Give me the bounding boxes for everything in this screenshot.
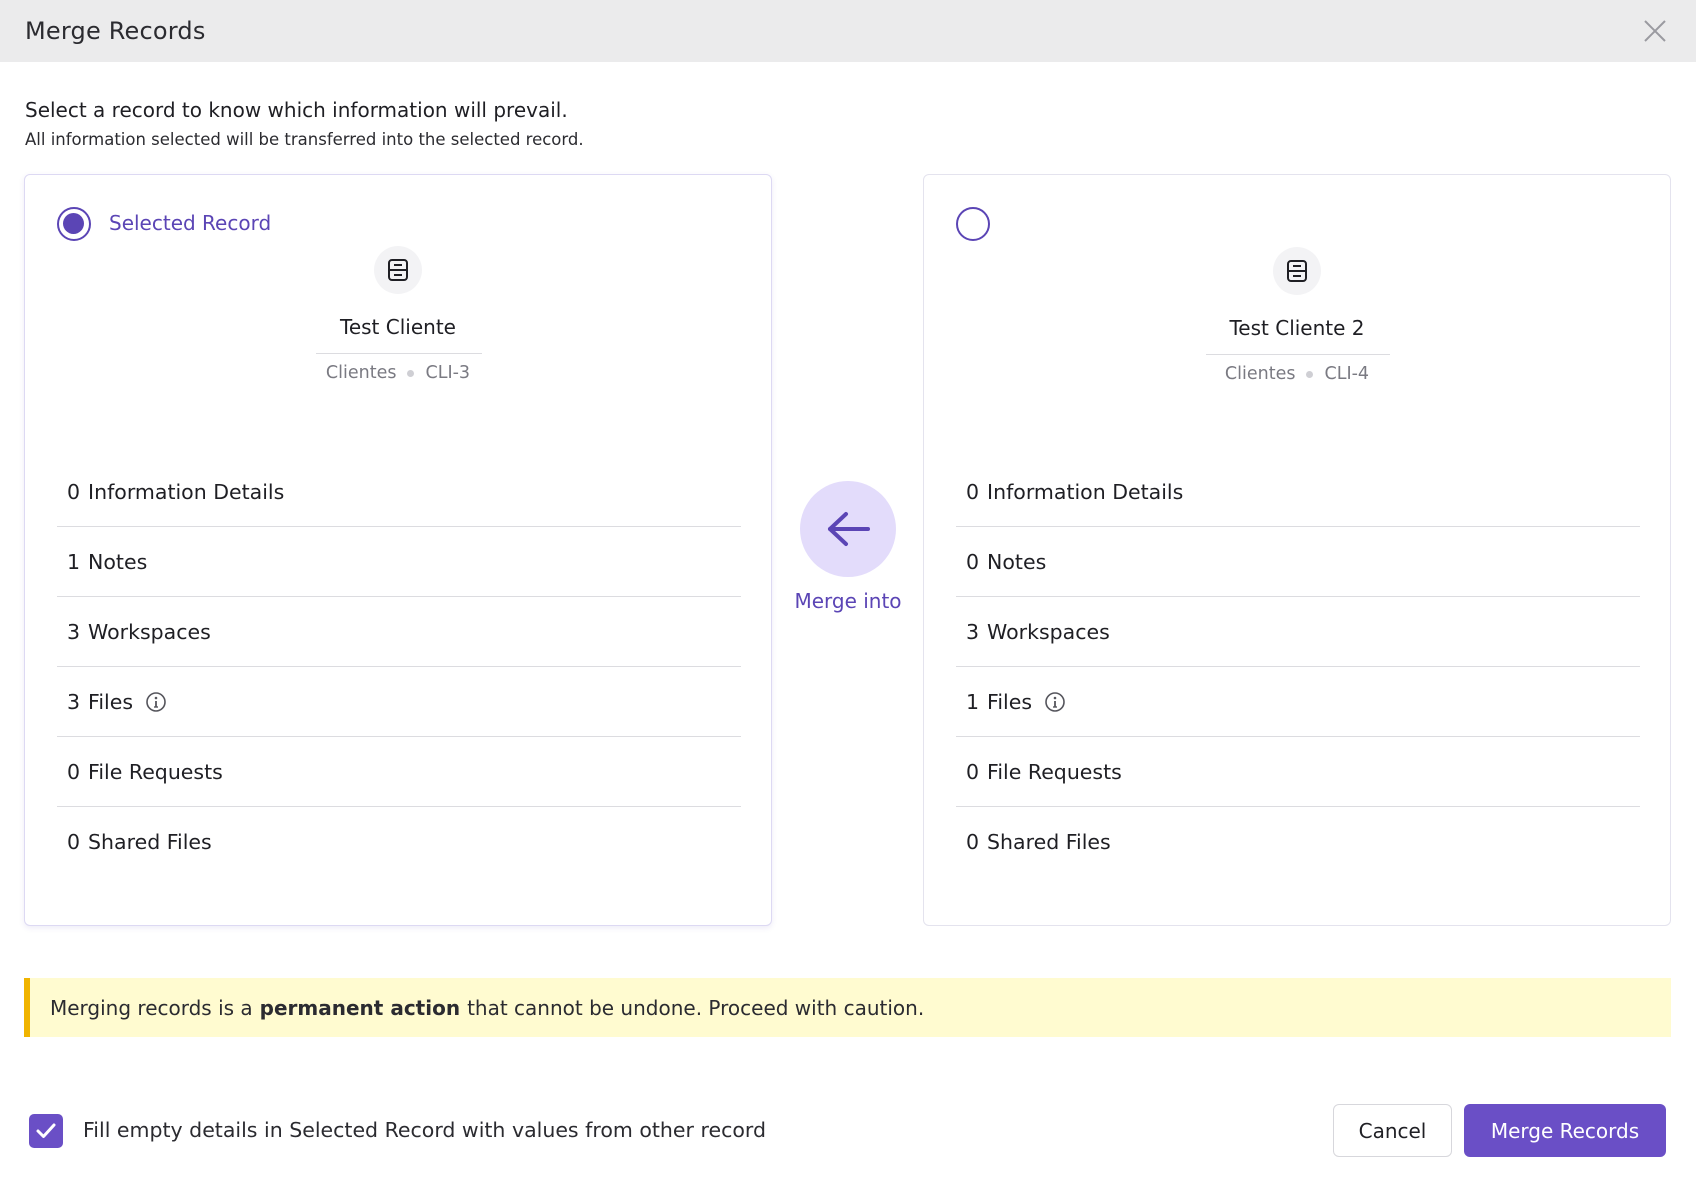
stat-files: 3 Files xyxy=(57,667,741,737)
stat-workspaces: 3 Workspaces xyxy=(956,597,1640,667)
record-name: Test Cliente 2 xyxy=(1229,316,1365,340)
stat-label: File Requests xyxy=(88,759,223,784)
stat-label: Shared Files xyxy=(88,830,212,854)
stat-count: 0 xyxy=(67,759,81,784)
stat-file-requests: 0 File Requests xyxy=(57,737,741,807)
close-icon[interactable] xyxy=(1640,16,1670,46)
separator-dot xyxy=(1306,370,1314,378)
selected-record-label: Selected Record xyxy=(109,211,272,235)
checkmark-icon xyxy=(36,1123,56,1138)
record-id: CLI-4 xyxy=(1324,364,1370,384)
stat-count: 0 xyxy=(966,479,980,504)
stat-count: 0 xyxy=(966,549,980,574)
intro-title: Select a record to know which informatio… xyxy=(25,98,568,122)
intro-subtitle: All information selected will be transfe… xyxy=(25,130,584,149)
stat-label: Notes xyxy=(987,549,1047,574)
record-divider xyxy=(1206,354,1390,355)
stat-shared-files: 0 Shared Files xyxy=(956,807,1640,877)
stat-label: Shared Files xyxy=(987,830,1111,854)
stat-count: 0 xyxy=(966,759,980,784)
record-module: Clientes xyxy=(325,363,397,383)
permanent-action-warning: Merging records is a permanent action th… xyxy=(24,978,1671,1037)
stat-label: Workspaces xyxy=(987,619,1110,644)
stat-label: Notes xyxy=(88,549,148,574)
record-icon xyxy=(374,246,422,294)
stat-count: 3 xyxy=(67,619,81,644)
stat-label: Information Details xyxy=(987,479,1184,504)
record-icon xyxy=(1273,247,1321,295)
stat-files: 1 Files xyxy=(956,667,1640,737)
dialog-header: Merge Records xyxy=(0,0,1696,62)
record-card-left[interactable]: Selected Record Test Cliente Clientes CL… xyxy=(24,174,772,926)
merge-into-label: Merge into xyxy=(794,589,902,613)
stat-notes: 1 Notes xyxy=(57,527,741,597)
fill-empty-label[interactable]: Fill empty details in Selected Record wi… xyxy=(83,1118,766,1142)
stat-information-details: 0 Information Details xyxy=(57,457,741,527)
record-stats: 0 Information Details 0 Notes 3 Workspac… xyxy=(956,457,1640,877)
record-module: Clientes xyxy=(1224,364,1296,384)
dialog-title: Merge Records xyxy=(25,17,206,45)
stat-count: 0 xyxy=(67,479,81,504)
record-radio-right[interactable] xyxy=(956,207,990,241)
record-stats: 0 Information Details 1 Notes 3 Workspac… xyxy=(57,457,741,877)
stat-count: 1 xyxy=(67,549,81,574)
fill-empty-checkbox[interactable] xyxy=(29,1114,63,1148)
warning-text-after: that cannot be undone. Proceed with caut… xyxy=(467,995,925,1020)
stat-label: Information Details xyxy=(88,479,285,504)
stat-information-details: 0 Information Details xyxy=(956,457,1640,527)
stat-label: Files xyxy=(88,689,134,714)
record-radio-left[interactable] xyxy=(57,207,91,241)
stat-label: Workspaces xyxy=(88,619,211,644)
record-meta: Clientes CLI-4 xyxy=(924,364,1670,384)
stat-file-requests: 0 File Requests xyxy=(956,737,1640,807)
warning-text-before: Merging records is a xyxy=(50,995,253,1020)
stat-workspaces: 3 Workspaces xyxy=(57,597,741,667)
record-meta: Clientes CLI-3 xyxy=(25,363,771,383)
cancel-button[interactable]: Cancel xyxy=(1333,1104,1452,1157)
stat-count: 0 xyxy=(966,830,980,854)
stat-count: 0 xyxy=(67,830,81,854)
separator-dot xyxy=(407,369,415,377)
record-card-right[interactable]: Test Cliente 2 Clientes CLI-4 0 Informat… xyxy=(923,174,1671,926)
stat-notes: 0 Notes xyxy=(956,527,1640,597)
info-icon[interactable] xyxy=(1044,691,1066,713)
stat-count: 1 xyxy=(966,689,980,714)
record-id: CLI-3 xyxy=(425,363,471,383)
record-name: Test Cliente xyxy=(340,315,456,339)
info-icon[interactable] xyxy=(145,691,167,713)
stat-count: 3 xyxy=(67,689,81,714)
arrow-left-icon[interactable] xyxy=(800,481,896,577)
record-divider xyxy=(316,353,482,354)
stat-label: Files xyxy=(987,689,1033,714)
warning-emphasis: permanent action xyxy=(259,995,461,1020)
merge-records-button[interactable]: Merge Records xyxy=(1464,1104,1666,1157)
stat-label: File Requests xyxy=(987,759,1122,784)
merge-direction: Merge into xyxy=(790,481,906,613)
intro-text: Select a record to know which informatio… xyxy=(25,98,584,149)
stat-count: 3 xyxy=(966,619,980,644)
stat-shared-files: 0 Shared Files xyxy=(57,807,741,877)
